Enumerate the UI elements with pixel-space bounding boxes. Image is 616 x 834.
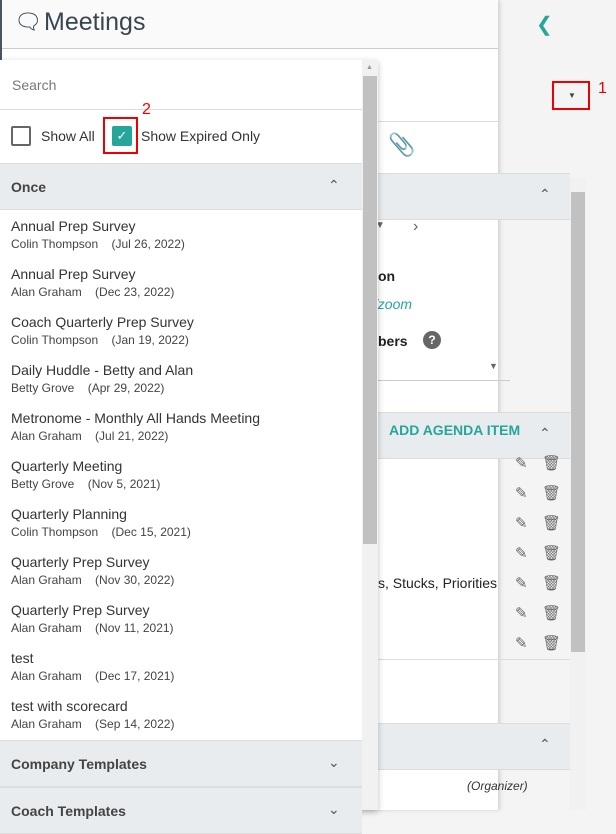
group-once[interactable]: Once ⌃ bbox=[0, 163, 362, 210]
meeting-owner-date: Alan Graham (Nov 11, 2021) bbox=[11, 621, 174, 635]
meeting-name: Quarterly Prep Survey bbox=[11, 602, 150, 618]
divider bbox=[377, 121, 498, 122]
meeting-list-item[interactable]: Coach Quarterly Prep Survey Colin Thompso… bbox=[0, 306, 362, 354]
trash-icon[interactable]: 🗑 bbox=[542, 544, 561, 562]
meeting-owner-date: Alan Graham (Nov 30, 2022) bbox=[11, 573, 175, 587]
group-company-templates[interactable]: Company Templates ⌄ bbox=[0, 740, 362, 787]
meeting-list-item[interactable]: Annual Prep Survey Alan Graham (Dec 23, 2… bbox=[0, 258, 362, 306]
pencil-icon[interactable]: ✎ bbox=[515, 514, 528, 532]
meeting-list-item[interactable]: test Alan Graham (Dec 17, 2021) bbox=[0, 642, 362, 690]
meeting-owner-date: Colin Thompson (Jul 26, 2022) bbox=[11, 237, 185, 251]
meeting-name: Quarterly Prep Survey bbox=[11, 554, 150, 570]
meeting-list-item[interactable]: Quarterly Meeting Betty Grove (Nov 5, 202… bbox=[0, 450, 362, 498]
annotation-box-1: ▼ bbox=[552, 81, 590, 110]
meeting-picker-dropdown: Show All ✓ Show Expired Only Once⌃ Annua… bbox=[0, 60, 378, 834]
meeting-name: test with scorecard bbox=[11, 698, 128, 714]
meeting-name: Daily Huddle - Betty and Alan bbox=[11, 362, 194, 378]
organizer-label: (Organizer) bbox=[467, 779, 528, 793]
page-title: Meetings bbox=[44, 8, 146, 36]
trash-icon[interactable]: 🗑 bbox=[542, 574, 561, 592]
pencil-icon[interactable]: ✎ bbox=[515, 484, 528, 502]
pencil-icon[interactable]: ✎ bbox=[515, 604, 528, 622]
chat-bubbles-icon: 🗨 bbox=[14, 9, 42, 34]
pencil-icon[interactable]: ✎ bbox=[515, 544, 528, 562]
meeting-name: test bbox=[11, 650, 34, 666]
pencil-icon[interactable]: ✎ bbox=[515, 454, 528, 472]
meeting-list-item[interactable]: test with scorecard Alan Graham (Sep 14, … bbox=[0, 690, 362, 738]
show-all-checkbox[interactable] bbox=[11, 126, 31, 146]
meeting-owner-date: Colin Thompson (Jan 19, 2022) bbox=[11, 333, 189, 347]
agenda-item-text: s, Stucks, Priorities bbox=[378, 575, 498, 591]
meeting-name: Coach Quarterly Prep Survey bbox=[11, 314, 194, 330]
trash-icon[interactable]: 🗑 bbox=[542, 484, 561, 502]
show-expired-label: Show Expired Only bbox=[141, 128, 261, 144]
meeting-name: Annual Prep Survey bbox=[11, 266, 136, 282]
meeting-name: Quarterly Meeting bbox=[11, 458, 123, 474]
meeting-owner-date: Alan Graham (Jul 21, 2022) bbox=[11, 429, 169, 443]
scrollbar[interactable]: ▲ bbox=[362, 60, 378, 810]
show-all-label: Show All bbox=[41, 128, 95, 144]
members-select[interactable]: ▼ bbox=[377, 352, 510, 381]
meeting-list-item[interactable]: Daily Huddle - Betty and Alan Betty Grove… bbox=[0, 354, 362, 402]
meeting-list-item[interactable]: Quarterly Planning Colin Thompson (Dec 15… bbox=[0, 498, 362, 546]
trash-icon[interactable]: 🗑 bbox=[542, 454, 561, 472]
chevron-down-icon: ⌄ bbox=[328, 754, 340, 770]
meeting-name: Metronome - Monthly All Hands Meeting bbox=[11, 410, 260, 426]
meeting-list-item[interactable]: Annual Prep Survey Colin Thompson (Jul 26… bbox=[0, 210, 362, 258]
filter-row: Show All ✓ Show Expired Only bbox=[0, 110, 362, 163]
annotation-label-1: 1 bbox=[598, 80, 607, 97]
chevron-right-icon[interactable]: › bbox=[413, 218, 418, 236]
meeting-list-item[interactable]: Quarterly Prep Survey Alan Graham (Nov 11… bbox=[0, 594, 362, 642]
annotation-label-2: 2 bbox=[142, 101, 151, 118]
chevron-left-icon[interactable]: ❮ bbox=[536, 12, 553, 37]
chevron-up-icon: ⌃ bbox=[328, 177, 340, 193]
meeting-owner-date: Alan Graham (Dec 23, 2022) bbox=[11, 285, 175, 299]
meeting-owner-date: Alan Graham (Sep 14, 2022) bbox=[11, 717, 175, 731]
paperclip-icon[interactable]: 📎 bbox=[388, 132, 415, 158]
pencil-icon[interactable]: ✎ bbox=[515, 574, 528, 592]
help-icon[interactable]: ? bbox=[423, 331, 441, 349]
members-label: bers bbox=[378, 333, 408, 349]
add-agenda-item-button[interactable]: ADD AGENDA ITEM bbox=[389, 422, 520, 438]
meeting-name: Annual Prep Survey bbox=[11, 218, 136, 234]
meeting-list-item[interactable]: Metronome - Monthly All Hands Meeting Ala… bbox=[0, 402, 362, 450]
trash-icon[interactable]: 🗑 bbox=[542, 634, 561, 652]
trash-icon[interactable]: 🗑 bbox=[542, 514, 561, 532]
trash-icon[interactable]: 🗑 bbox=[542, 604, 561, 622]
meeting-name: Quarterly Planning bbox=[11, 506, 127, 522]
meeting-owner-date: Betty Grove (Apr 29, 2022) bbox=[11, 381, 165, 395]
divider bbox=[377, 659, 570, 660]
group-coach-templates[interactable]: Coach Templates ⌄ bbox=[0, 787, 362, 834]
meeting-owner-date: Betty Grove (Nov 5, 2021) bbox=[11, 477, 161, 491]
meeting-list-item[interactable]: Quarterly Prep Survey Alan Graham (Nov 30… bbox=[0, 546, 362, 594]
section-header[interactable]: ⌃ bbox=[377, 723, 570, 770]
search-input[interactable] bbox=[0, 60, 362, 110]
pencil-icon[interactable]: ✎ bbox=[515, 634, 528, 652]
meeting-owner-date: Colin Thompson (Dec 15, 2021) bbox=[11, 525, 191, 539]
annotation-box-2 bbox=[103, 117, 138, 154]
location-label: on bbox=[378, 268, 396, 284]
section-header[interactable]: ⌃ bbox=[377, 173, 570, 220]
meeting-owner-date: Alan Graham (Dec 17, 2021) bbox=[11, 669, 175, 683]
scrollbar[interactable] bbox=[570, 178, 586, 810]
